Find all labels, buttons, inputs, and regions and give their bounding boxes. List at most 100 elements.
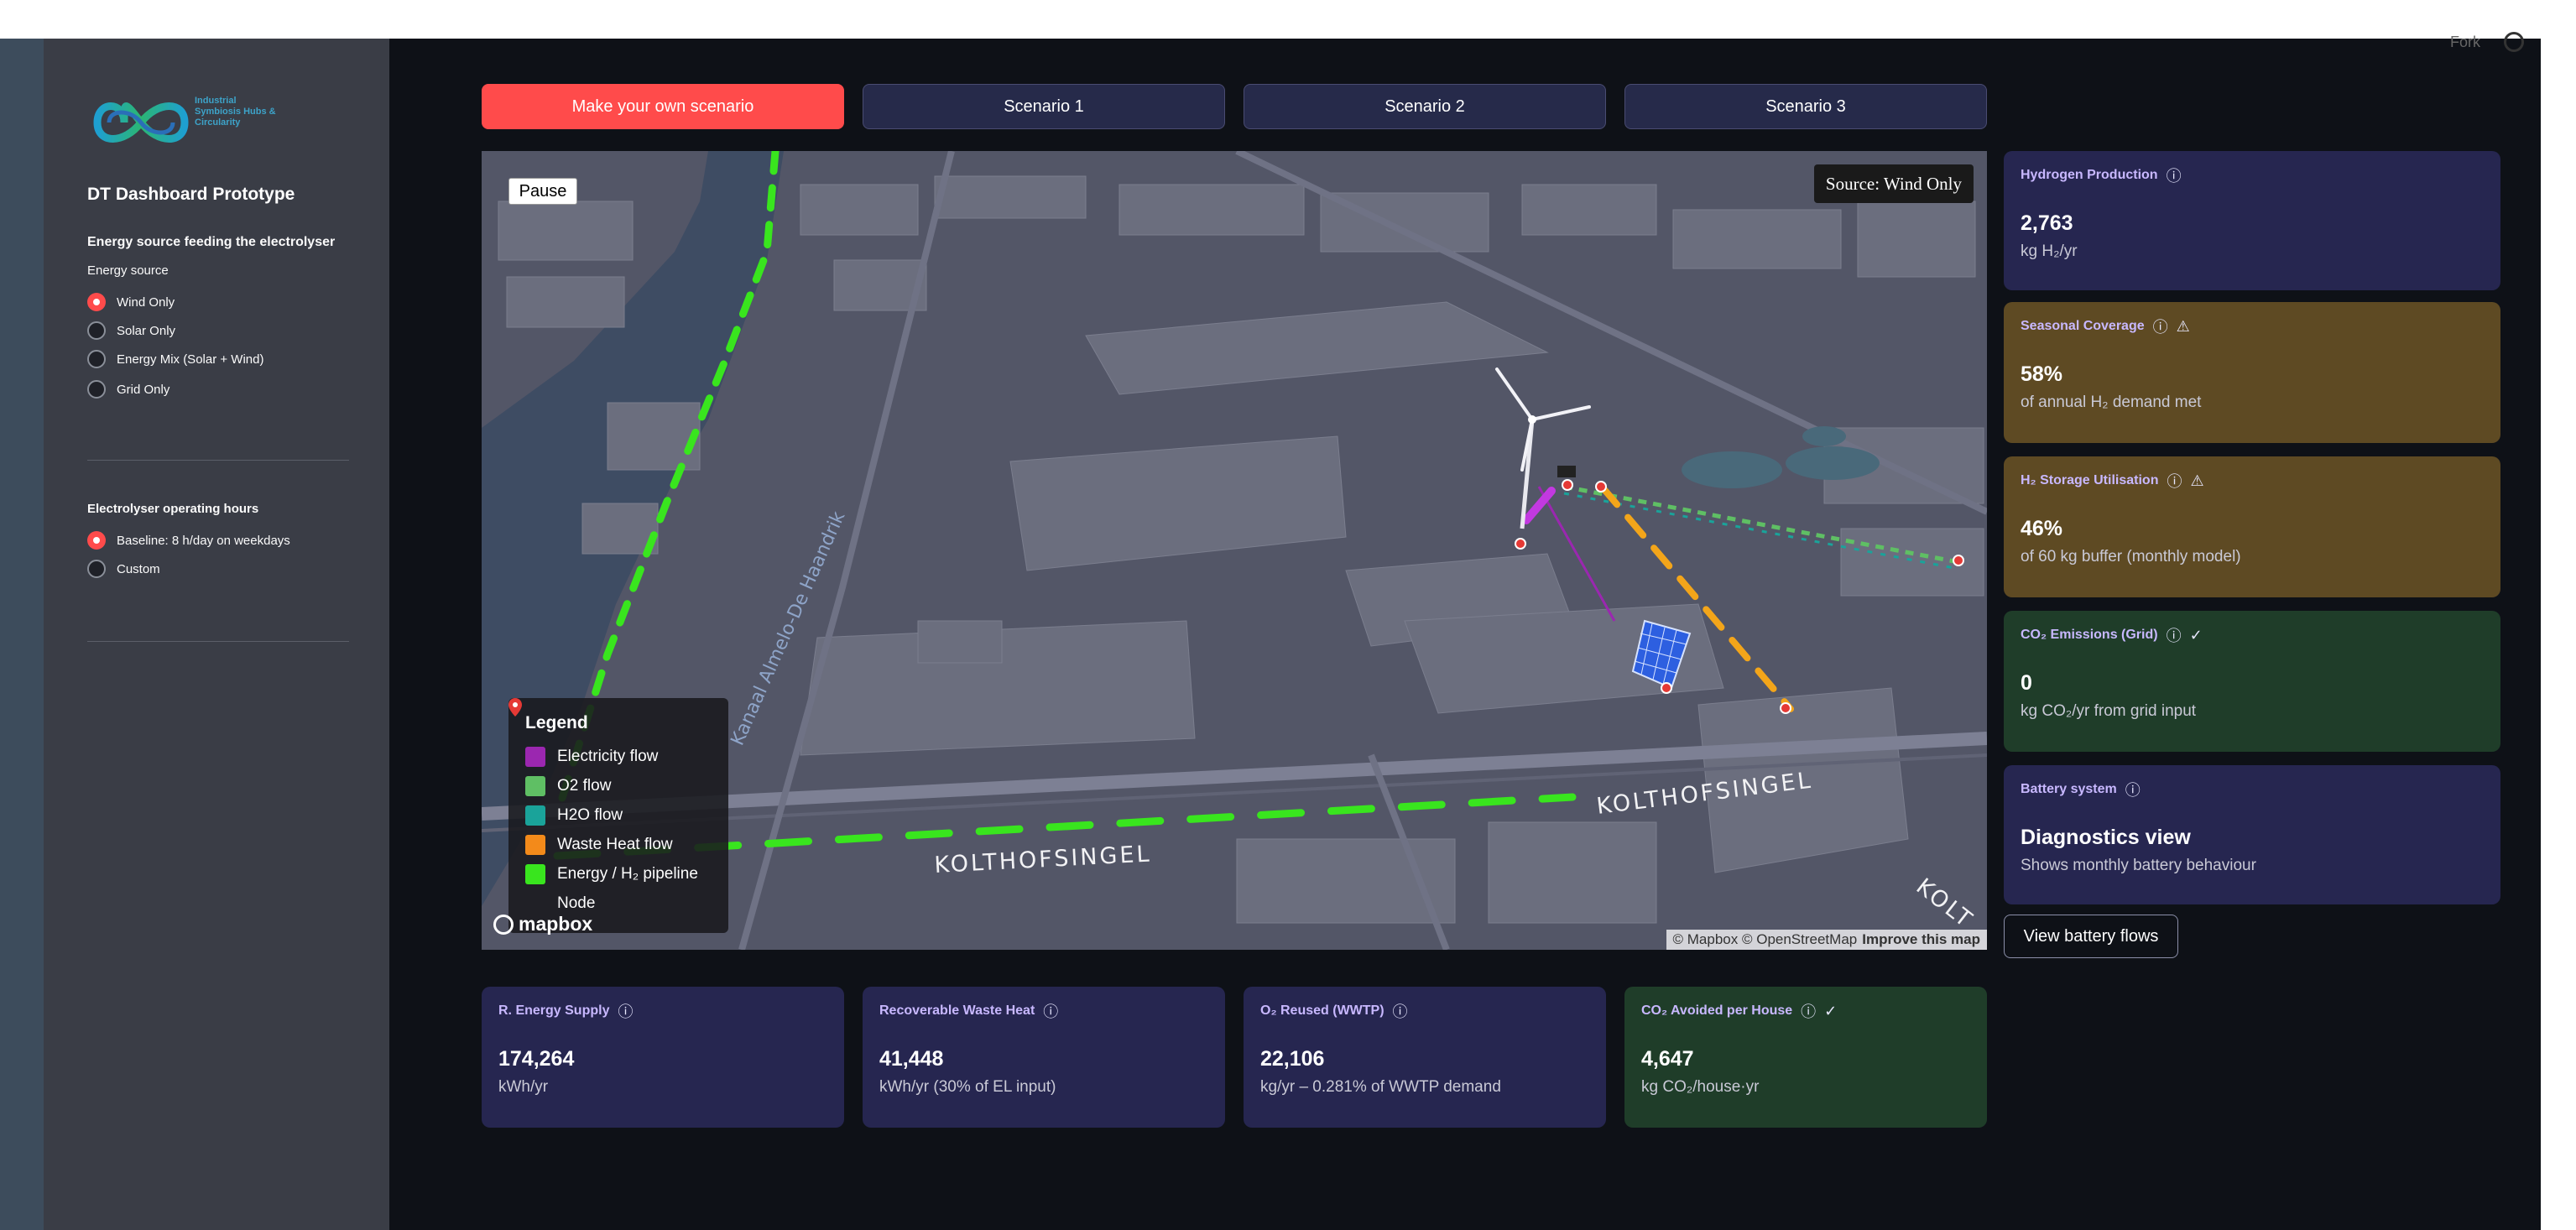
radio-grid-only[interactable]: Grid Only (87, 379, 169, 399)
kpi-title: O₂ Reused (WWTP) (1260, 1003, 1384, 1018)
radio-label: Energy Mix (Solar + Wind) (117, 352, 264, 367)
info-icon[interactable]: ⓘ (2125, 779, 2141, 800)
warning-icon: ⚠ (2190, 472, 2204, 489)
kpi-title: H₂ Storage Utilisation (2021, 473, 2159, 487)
radio-selected-icon[interactable] (87, 531, 106, 550)
check-icon: ✓ (1824, 1002, 1838, 1019)
kpi-subtext: Shows monthly battery behaviour (2021, 857, 2256, 874)
kpi-title-row: Battery system ⓘ (2021, 779, 2484, 800)
fork-link[interactable]: Fork (2450, 34, 2480, 51)
mapbox-logo[interactable]: mapbox (493, 913, 592, 936)
map-pin-icon (508, 698, 545, 914)
info-icon[interactable]: ⓘ (2167, 470, 2182, 492)
radio-selected-icon[interactable] (87, 293, 106, 311)
mapbox-icon (493, 914, 514, 935)
info-icon[interactable]: ⓘ (2153, 315, 2168, 337)
tab-scenario-3[interactable]: Scenario 3 (1624, 84, 1987, 129)
sidebar-divider (87, 460, 349, 461)
electricity-swatch-icon (525, 746, 545, 767)
tab-make-your-own-scenario[interactable]: Make your own scenario (482, 84, 844, 129)
kpi-card-seasonal-coverage: Seasonal Coverage ⓘ ⚠ 58% of annual H₂ d… (2004, 302, 2500, 443)
legend-label: H2O flow (557, 805, 623, 824)
waste-heat-swatch-icon (525, 834, 545, 855)
kpi-title: CO₂ Avoided per House (1641, 1003, 1793, 1018)
kpi-value: 22,106 (1260, 1047, 1325, 1071)
radio-energy-mix[interactable]: Energy Mix (Solar + Wind) (87, 349, 263, 369)
kpi-value: 41,448 (879, 1047, 944, 1071)
legend-item-electricity: Electricity flow (525, 742, 712, 771)
info-icon[interactable]: ⓘ (2167, 624, 2182, 646)
app-title: DT Dashboard Prototype (87, 185, 295, 204)
legend-item-waste-heat: Waste Heat flow (525, 830, 712, 859)
page-right-margin (2541, 0, 2576, 1230)
radio-unselected-icon[interactable] (87, 321, 106, 340)
legend-item-h2o: H2O flow (525, 800, 712, 830)
kpi-card-battery-system: Battery system ⓘ Diagnostics view Shows … (2004, 765, 2500, 904)
github-icon[interactable] (2504, 32, 2524, 52)
kpi-subtext: kg CO₂/yr from grid input (2021, 702, 2197, 720)
kpi-card-co2-emissions: CO₂ Emissions (Grid) ⓘ ✓ 0 kg CO₂/yr fro… (2004, 611, 2500, 752)
kpi-title-row: Hydrogen Production ⓘ (2021, 164, 2484, 186)
attribution-text[interactable]: © Mapbox © OpenStreetMap (1673, 931, 1858, 948)
kpi-value: 174,264 (498, 1047, 575, 1071)
kpi-title-row: Recoverable Waste Heat ⓘ (879, 1000, 1208, 1022)
radio-label: Grid Only (117, 382, 170, 397)
kpi-card-energy-supply: R. Energy Supply ⓘ 174,264 kWh/yr (482, 987, 844, 1128)
kpi-value: 58% (2021, 362, 2063, 386)
kpi-subtext: kWh/yr (498, 1078, 549, 1096)
window-edge (0, 39, 44, 1230)
kpi-title: R. Energy Supply (498, 1003, 610, 1018)
kpi-value: 4,647 (1641, 1047, 1694, 1071)
kpi-title-row: R. Energy Supply ⓘ (498, 1000, 827, 1022)
h2o-swatch-icon (525, 805, 545, 826)
view-battery-flows-button[interactable]: View battery flows (2004, 915, 2178, 958)
radio-unselected-icon[interactable] (87, 380, 106, 399)
pause-button[interactable]: Pause (508, 178, 577, 205)
kpi-subtext: of annual H₂ demand met (2021, 393, 2202, 411)
info-icon[interactable]: ⓘ (1801, 1000, 1816, 1022)
info-icon[interactable]: ⓘ (1393, 1000, 1408, 1022)
info-icon[interactable]: ⓘ (1043, 1000, 1058, 1022)
kpi-title: Battery system (2021, 782, 2117, 796)
warning-icon: ⚠ (2176, 317, 2190, 335)
info-icon[interactable]: ⓘ (2167, 164, 2182, 186)
tab-scenario-1[interactable]: Scenario 1 (863, 84, 1225, 129)
kpi-card-co2-avoided: CO₂ Avoided per House ⓘ ✓ 4,647 kg CO₂/h… (1624, 987, 1987, 1128)
app-window: Industrial Symbiosis Hubs & Circularity … (44, 39, 2541, 1230)
radio-unselected-icon[interactable] (87, 350, 106, 368)
kpi-title: Hydrogen Production (2021, 168, 2158, 182)
legend-label: Waste Heat flow (557, 835, 673, 853)
map-view[interactable]: KOLTHOFSINGEL KOLTHOFSINGEL KOLT Kanaal … (482, 151, 1987, 950)
radio-unselected-icon[interactable] (87, 560, 106, 578)
radio-custom-hours[interactable]: Custom (87, 559, 160, 579)
map-legend: Legend Electricity flow O2 flow H2O flow (508, 698, 728, 933)
mapbox-wordmark: mapbox (519, 913, 593, 935)
info-icon[interactable]: ⓘ (618, 1000, 633, 1022)
screen: Industrial Symbiosis Hubs & Circularity … (0, 0, 2576, 1230)
logo-wordmark: Industrial Symbiosis Hubs & Circularity (195, 96, 276, 128)
legend-item-pipeline: Energy / H₂ pipeline (525, 859, 712, 889)
map-attribution: © Mapbox © OpenStreetMap Improve this ma… (1666, 930, 1987, 950)
check-icon: ✓ (2189, 626, 2203, 644)
radio-baseline-hours[interactable]: Baseline: 8 h/day on weekdays (87, 530, 290, 550)
legend-label: O2 flow (557, 776, 612, 795)
radio-label: Baseline: 8 h/day on weekdays (117, 533, 290, 548)
sidebar-divider (87, 641, 349, 642)
kpi-value: Diagnostics view (2021, 826, 2191, 849)
energy-section-title: Energy source feeding the electrolyser (87, 235, 336, 249)
kpi-title: CO₂ Emissions (Grid) (2021, 628, 2158, 642)
page-top-margin (0, 0, 2576, 39)
kpi-title: Recoverable Waste Heat (879, 1003, 1035, 1018)
kpi-value: 2,763 (2021, 211, 2073, 235)
hours-label: Electrolyser operating hours (87, 502, 259, 516)
radio-solar-only[interactable]: Solar Only (87, 321, 175, 341)
kpi-subtext: kg/yr – 0.281% of WWTP demand (1260, 1078, 1501, 1096)
legend-label: Electricity flow (557, 747, 659, 765)
improve-map-link[interactable]: Improve this map (1862, 931, 1980, 948)
radio-wind-only[interactable]: Wind Only (87, 292, 175, 312)
kpi-subtext: kg H₂/yr (2021, 242, 2078, 260)
kpi-title-row: CO₂ Avoided per House ⓘ ✓ (1641, 1000, 1970, 1022)
kpi-title-row: Seasonal Coverage ⓘ ⚠ (2021, 315, 2484, 337)
kpi-subtext: kg CO₂/house·yr (1641, 1078, 1760, 1096)
tab-scenario-2[interactable]: Scenario 2 (1244, 84, 1606, 129)
